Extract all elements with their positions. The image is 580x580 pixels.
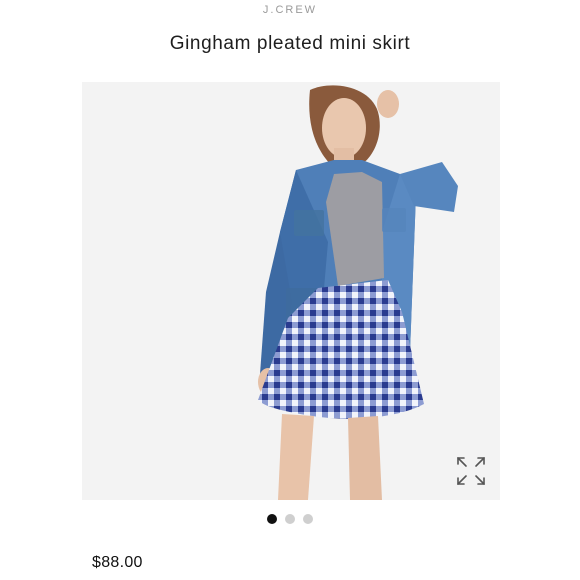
- expand-image-button[interactable]: [454, 454, 488, 488]
- expand-arrows-icon: [457, 457, 485, 485]
- product-title: Gingham pleated mini skirt: [169, 33, 411, 54]
- pagination-dot-3[interactable]: [303, 514, 313, 524]
- pagination-dot-2[interactable]: [285, 514, 295, 524]
- image-pagination: [0, 514, 580, 524]
- pagination-dot-1[interactable]: [267, 514, 277, 524]
- brand-logo[interactable]: J.CREW: [0, 4, 580, 16]
- product-page: J.CREW Gingham pleated mini skirt $88.00: [0, 0, 580, 580]
- product-photo-illustration: [82, 82, 500, 500]
- product-price: $88.00: [92, 554, 143, 571]
- product-image[interactable]: [82, 82, 500, 500]
